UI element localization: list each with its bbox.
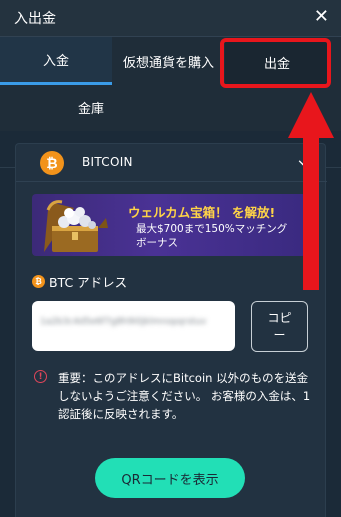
modal-header: 入出金 ✕	[0, 0, 341, 37]
address-label: ₿ BTC アドレス	[32, 272, 127, 291]
modal-title: 入出金	[14, 11, 56, 27]
bitcoin-icon: ₿	[40, 151, 64, 175]
welcome-promo-banner[interactable]: ウェルカム宝箱！ を解放! 最大$700まで150%マッチング ボーナス	[32, 194, 306, 256]
tab-withdraw[interactable]: 出金	[225, 39, 329, 85]
btc-address-field[interactable]: 1a2b3c4d5e6f7g8h9i0jklmnopqrstuv	[32, 301, 235, 351]
show-qr-button[interactable]: QRコードを表示	[95, 458, 245, 498]
promo-subtext-1: 最大$700まで150%マッチング	[136, 223, 288, 235]
btc-address-value: 1a2b3c4d5e6f7g8h9i0jklmnopqrstuv	[40, 317, 207, 327]
promo-headline: ウェルカム宝箱！ を解放!	[128, 205, 276, 220]
red-arrow-annotation	[288, 92, 334, 290]
close-icon[interactable]: ✕	[314, 6, 329, 27]
copy-label-line2: ー	[273, 328, 286, 342]
tab-vault[interactable]: 金庫	[0, 85, 182, 129]
address-label-text: BTC アドレス	[49, 275, 128, 290]
copy-button[interactable]: コピ ー	[251, 301, 308, 352]
deposit-panel: ₿ BITCOIN ⌵ ウェルカム宝箱！ を解放! 最大$700まで150%マッ…	[15, 143, 327, 517]
promo-subtext-2: ボーナス	[136, 237, 178, 249]
treasure-chest-icon	[44, 200, 108, 252]
tab-deposit[interactable]: 入金	[0, 37, 112, 85]
copy-label-line1: コピ	[267, 311, 292, 325]
bitcoin-icon: ₿	[32, 275, 45, 288]
notice-text: 重要：このアドレスにBitcoin 以外のものを送金しないようご注意ください。 …	[58, 371, 311, 421]
coin-name: BITCOIN	[82, 155, 133, 169]
coin-selector[interactable]: ₿ BITCOIN ⌵	[16, 144, 327, 182]
warning-icon: !	[34, 370, 47, 383]
tab-buy-crypto[interactable]: 仮想通貨を購入	[112, 37, 225, 85]
